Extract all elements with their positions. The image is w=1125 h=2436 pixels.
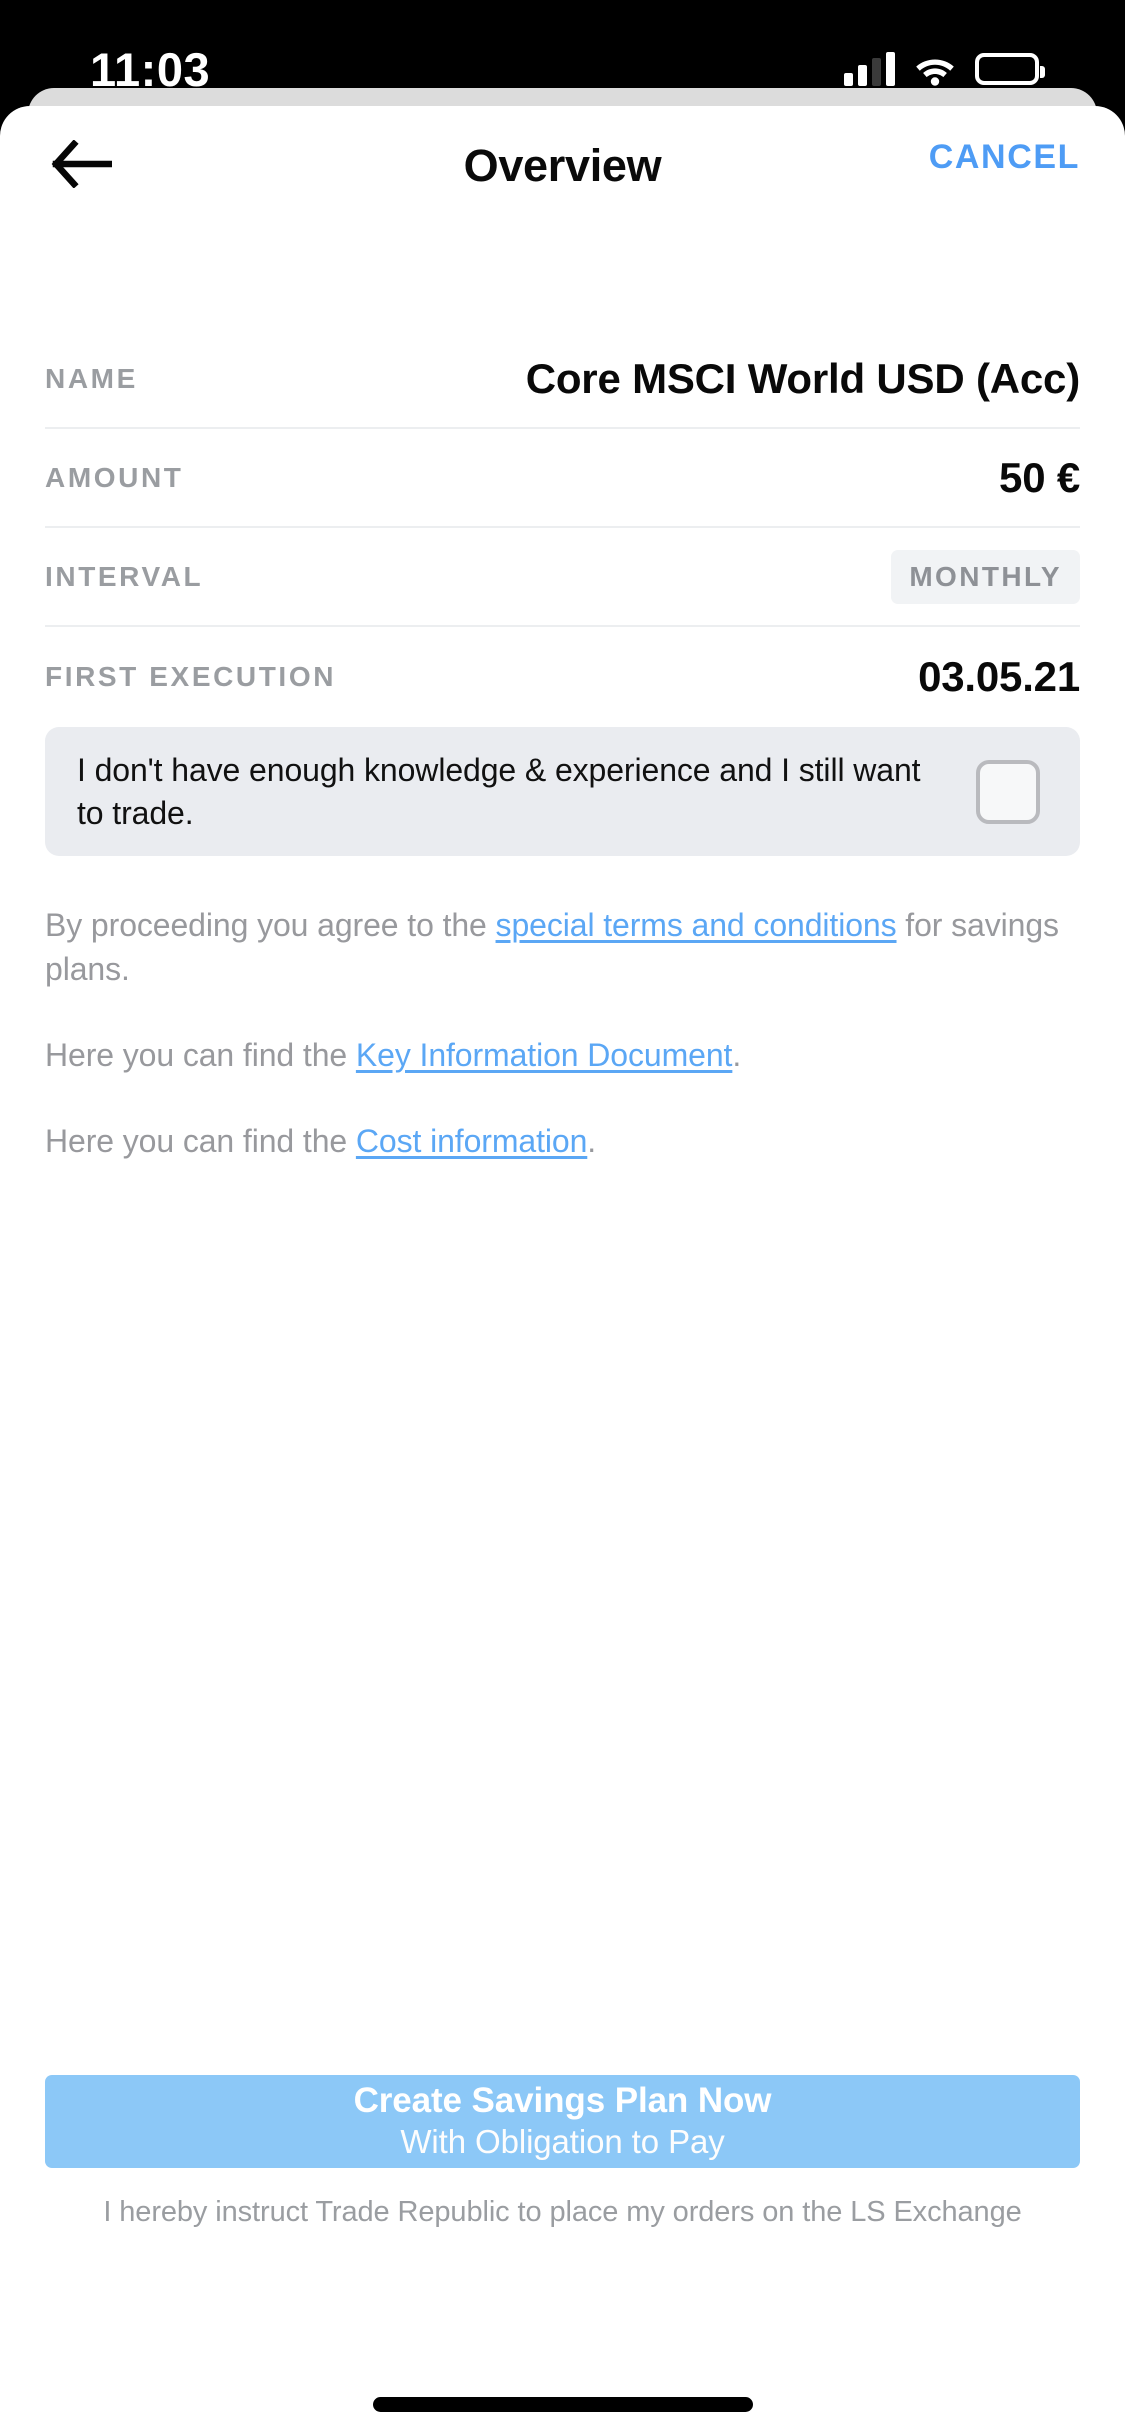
detail-row-amount: AMOUNT 50 €: [45, 429, 1080, 528]
legal-cost-prefix: Here you can find the: [45, 1123, 356, 1160]
detail-value: 03.05.21: [918, 652, 1080, 700]
knowledge-consent-label: I don't have enough knowledge & experien…: [77, 751, 921, 831]
create-savings-plan-button[interactable]: Create Savings Plan Now With Obligation …: [45, 2075, 1080, 2168]
legal-cost-paragraph: Here you can find the Cost information.: [45, 1119, 1085, 1163]
detail-row-name: NAME Core MSCI World USD (Acc): [45, 330, 1080, 429]
create-savings-plan-sublabel: With Obligation to Pay: [400, 2122, 725, 2160]
back-button[interactable]: [44, 134, 118, 198]
order-disclaimer: I hereby instruct Trade Republic to plac…: [103, 2196, 1022, 2228]
detail-label: AMOUNT: [45, 461, 184, 493]
status-bar-time: 11:03: [90, 42, 211, 96]
cancel-button[interactable]: CANCEL: [929, 138, 1080, 177]
detail-value: 50 €: [999, 453, 1080, 501]
detail-label: INTERVAL: [45, 560, 204, 592]
special-terms-link[interactable]: special terms and conditions: [496, 907, 897, 943]
arrow-left-icon: [50, 138, 114, 193]
wifi-icon: [913, 52, 957, 86]
detail-row-interval: INTERVAL MONTHLY: [45, 528, 1080, 627]
interval-badge: MONTHLY: [891, 549, 1080, 604]
legal-kid-paragraph: Here you can find the Key Information Do…: [45, 1033, 1085, 1077]
phone-screen: 11:03 Overview CANCEL NAME Core MSCI Wor…: [0, 0, 1125, 2436]
knowledge-consent-box[interactable]: I don't have enough knowledge & experien…: [45, 727, 1080, 856]
sheet-header: Overview CANCEL: [0, 106, 1125, 226]
legal-terms-prefix: By proceeding you agree to the: [45, 907, 496, 943]
legal-cost-suffix: .: [587, 1123, 597, 1160]
detail-row-first-execution: FIRST EXECUTION 03.05.21: [45, 627, 1080, 726]
home-indicator[interactable]: [372, 2397, 753, 2412]
key-information-document-link[interactable]: Key Information Document: [356, 1037, 733, 1073]
battery-icon: [975, 53, 1045, 85]
legal-kid-suffix: .: [732, 1037, 742, 1074]
cellular-signal-icon: [844, 52, 895, 86]
details-list: NAME Core MSCI World USD (Acc) AMOUNT 50…: [0, 330, 1125, 726]
legal-text-block: By proceeding you agree to the special t…: [45, 903, 1085, 1206]
cost-information-link[interactable]: Cost information: [356, 1123, 587, 1159]
knowledge-consent-checkbox[interactable]: [976, 759, 1040, 824]
status-bar-icons: [844, 52, 1045, 86]
legal-terms-paragraph: By proceeding you agree to the special t…: [45, 903, 1085, 991]
detail-value: Core MSCI World USD (Acc): [525, 354, 1080, 402]
create-savings-plan-label: Create Savings Plan Now: [353, 2081, 772, 2121]
legal-kid-prefix: Here you can find the: [45, 1037, 356, 1074]
detail-label: FIRST EXECUTION: [45, 660, 337, 692]
detail-label: NAME: [45, 362, 138, 394]
